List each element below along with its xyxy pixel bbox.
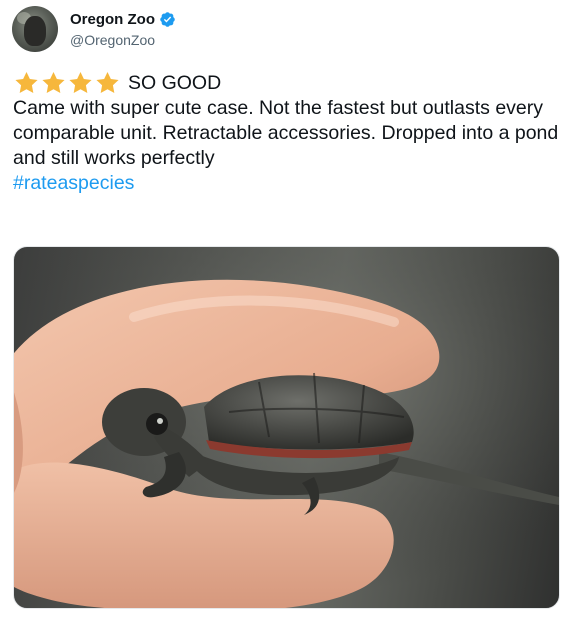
star-icon: [67, 70, 94, 96]
tweet-card: Oregon Zoo @OregonZoo SO GOOD Came with …: [0, 0, 573, 620]
tweet-photo[interactable]: [13, 246, 560, 609]
author-names: Oregon Zoo @OregonZoo: [70, 10, 176, 49]
tweet-body: SO GOOD Came with super cute case. Not t…: [13, 70, 561, 196]
hashtag-link[interactable]: #rateaspecies: [13, 171, 561, 196]
star-icon: [40, 70, 67, 96]
verified-badge-icon: [159, 11, 176, 28]
review-text: Came with super cute case. Not the faste…: [13, 97, 559, 169]
star-icon: [13, 70, 40, 96]
star-icon: [94, 70, 121, 96]
rating-title: SO GOOD: [128, 71, 222, 94]
turtle-photo-illustration: [14, 247, 559, 608]
rating-row: SO GOOD: [13, 70, 561, 96]
author-display-name[interactable]: Oregon Zoo: [70, 11, 155, 28]
tweet-header: Oregon Zoo @OregonZoo: [12, 6, 176, 52]
star-rating: [13, 70, 121, 96]
author-handle[interactable]: @OregonZoo: [70, 31, 176, 49]
avatar[interactable]: [12, 6, 58, 52]
author-name-row: Oregon Zoo: [70, 10, 176, 30]
